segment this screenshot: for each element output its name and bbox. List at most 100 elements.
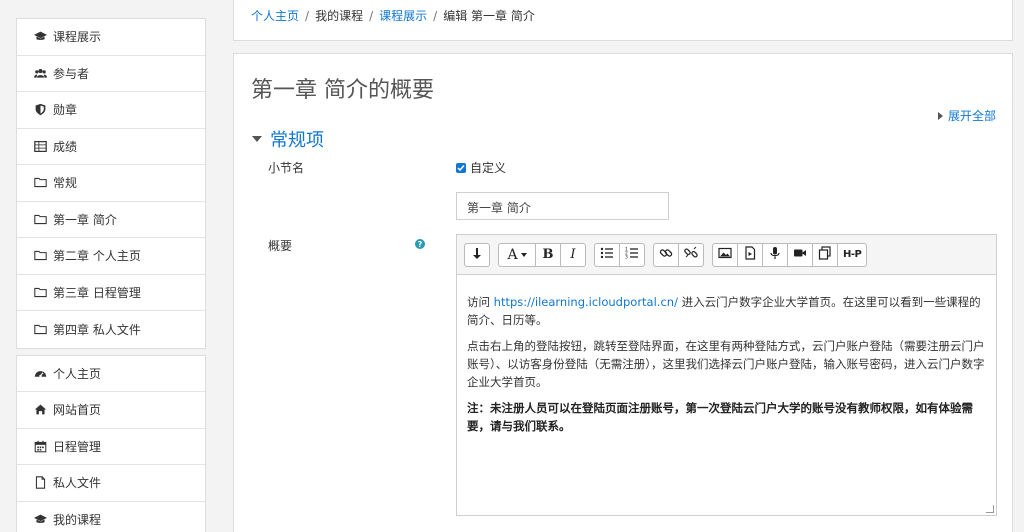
expand-toolbar-icon xyxy=(470,246,484,264)
caret-down-icon xyxy=(252,136,262,142)
main-panel: 第一章 简介的概要 展开全部 常规项 小节名 自定义 第一章 简介 概要 ? A xyxy=(233,53,1013,532)
custom-checkbox-label: 自定义 xyxy=(470,161,507,175)
sidebar-item-label: 第一章 简介 xyxy=(53,212,117,227)
custom-checkbox[interactable]: 自定义 xyxy=(456,159,506,176)
microphone-icon xyxy=(768,246,782,264)
video-camera-icon xyxy=(793,246,807,264)
breadcrumb-course-link[interactable]: 课程展示 xyxy=(379,9,427,23)
content-paragraph: 访问 https://ilearning.icloudportal.cn/ 进入… xyxy=(467,295,981,327)
sidebar-item-label: 课程展示 xyxy=(53,30,102,45)
editor-content[interactable]: 访问 https://ilearning.icloudportal.cn/ 进入… xyxy=(457,275,996,515)
sidebar-item-label: 第三章 日程管理 xyxy=(53,285,141,300)
sidebar-item-label: 成绩 xyxy=(53,139,78,154)
sidebar-item-participants[interactable]: 参与者 xyxy=(17,56,205,92)
sidebar-item-label: 我的课程 xyxy=(53,513,102,528)
unlink-button[interactable] xyxy=(678,242,704,267)
insert-image-button[interactable] xyxy=(712,242,738,267)
breadcrumb-current: 编辑 第一章 简介 xyxy=(443,9,535,23)
sidebar: 课程展示 参与者 勋章 成绩 常规 第一章 简介 第二章 个人主页 第三章 日程… xyxy=(16,18,206,532)
sidebar-item-site-home[interactable]: 网站首页 xyxy=(17,392,205,429)
copy-files-icon xyxy=(818,245,832,264)
record-video-button[interactable] xyxy=(787,242,813,267)
portal-link[interactable]: https://ilearning.icloudportal.cn/ xyxy=(494,295,678,309)
dashboard-icon xyxy=(33,366,47,380)
folder-icon xyxy=(33,249,47,263)
sidebar-item-chapter-3[interactable]: 第三章 日程管理 xyxy=(17,275,205,311)
sidebar-item-grades[interactable]: 成绩 xyxy=(17,129,205,165)
sidebar-item-private-files[interactable]: 私人文件 xyxy=(17,465,205,502)
sidebar-item-course-display[interactable]: 课程展示 xyxy=(17,19,205,56)
link-button[interactable] xyxy=(653,242,679,267)
unlink-icon xyxy=(684,246,698,264)
help-icon[interactable]: ? xyxy=(415,239,425,249)
italic-button[interactable]: I xyxy=(560,242,586,267)
numbered-list-icon: 123 xyxy=(625,246,639,264)
sidebar-item-chapter-4[interactable]: 第四章 私人文件 xyxy=(17,311,205,348)
svg-text:3: 3 xyxy=(625,254,628,260)
calendar-icon xyxy=(33,439,47,453)
dropdown-caret-icon xyxy=(520,252,527,257)
resize-handle[interactable] xyxy=(986,505,994,513)
folder-icon xyxy=(33,322,47,336)
h5p-label: H-P xyxy=(843,249,862,260)
bold-button[interactable]: B xyxy=(535,242,561,267)
manage-files-button[interactable] xyxy=(812,242,838,267)
sidebar-item-label: 第二章 个人主页 xyxy=(53,249,141,264)
page-title: 第一章 简介的概要 xyxy=(251,78,434,103)
image-icon xyxy=(718,246,732,264)
unordered-list-button[interactable] xyxy=(594,242,620,267)
sidebar-item-calendar[interactable]: 日程管理 xyxy=(17,429,205,465)
sidebar-item-label: 第四章 私人文件 xyxy=(53,322,141,337)
content-note: 注：未注册人员可以在登陆页面注册账号，第一次登陆云门户大学的账号没有教师权限，如… xyxy=(467,401,973,433)
expand-all-link[interactable]: 展开全部 xyxy=(937,107,996,124)
h5p-button[interactable]: H-P xyxy=(837,242,868,267)
users-icon xyxy=(33,66,47,80)
sidebar-item-general[interactable]: 常规 xyxy=(17,165,205,202)
sidebar-item-my-courses[interactable]: 我的课程 xyxy=(17,502,205,532)
sidebar-item-badges[interactable]: 勋章 xyxy=(17,92,205,129)
rich-text-editor: A B I 123 H-P 访问 https://ilearning.iclou… xyxy=(456,234,997,516)
home-icon xyxy=(33,403,47,417)
toolbar-toggle-button[interactable] xyxy=(464,242,490,267)
breadcrumb: 个人主页 / 我的课程 / 课程展示 / 编辑 第一章 简介 xyxy=(233,0,1013,41)
media-file-icon xyxy=(743,245,757,264)
font-style-label: A xyxy=(507,246,518,263)
expand-all-label: 展开全部 xyxy=(947,109,996,123)
graduation-cap-icon xyxy=(33,30,47,44)
sidebar-item-label: 日程管理 xyxy=(53,439,102,454)
site-nav: 个人主页 网站首页 日程管理 私人文件 我的课程 xyxy=(16,354,206,532)
link-icon xyxy=(659,246,673,264)
section-name-input[interactable]: 第一章 简介 xyxy=(456,192,669,220)
checkbox-checked-icon xyxy=(456,162,466,173)
insert-media-button[interactable] xyxy=(737,242,763,267)
folder-icon xyxy=(33,285,47,299)
breadcrumb-my-courses: 我的课程 xyxy=(315,9,364,23)
sidebar-item-dashboard[interactable]: 个人主页 xyxy=(17,356,205,392)
ordered-list-button[interactable]: 123 xyxy=(619,242,645,267)
breadcrumb-dashboard-link[interactable]: 个人主页 xyxy=(251,9,299,23)
sidebar-item-label: 个人主页 xyxy=(53,366,102,381)
folder-icon xyxy=(33,176,47,190)
bullet-list-icon xyxy=(600,246,614,264)
sidebar-item-label: 私人文件 xyxy=(53,476,102,491)
sidebar-item-label: 勋章 xyxy=(53,103,78,118)
sidebar-item-chapter-1[interactable]: 第一章 简介 xyxy=(17,202,205,238)
summary-label: 概要 xyxy=(268,239,293,253)
caret-right-icon xyxy=(937,111,943,120)
folder-icon xyxy=(33,212,47,226)
sidebar-item-label: 常规 xyxy=(53,176,78,191)
sidebar-item-chapter-2[interactable]: 第二章 个人主页 xyxy=(17,238,205,275)
section-general-toggle[interactable]: 常规项 xyxy=(252,126,324,152)
shield-icon xyxy=(33,103,47,117)
record-audio-button[interactable] xyxy=(762,242,788,267)
font-style-button[interactable]: A xyxy=(498,242,536,267)
sidebar-item-label: 参与者 xyxy=(53,66,90,81)
graduation-cap-icon xyxy=(33,513,47,527)
content-paragraph: 点击右上角的登陆按钮，跳转至登陆界面，在这里有两种登陆方式，云门户账户登陆（需要… xyxy=(467,339,985,389)
section-title: 常规项 xyxy=(270,130,324,151)
course-nav: 课程展示 参与者 勋章 成绩 常规 第一章 简介 第二章 个人主页 第三章 日程… xyxy=(16,18,206,349)
table-icon xyxy=(33,139,47,153)
editor-toolbar: A B I 123 H-P xyxy=(457,235,996,275)
section-name-label: 小节名 xyxy=(268,161,305,175)
sidebar-item-label: 网站首页 xyxy=(53,403,102,418)
